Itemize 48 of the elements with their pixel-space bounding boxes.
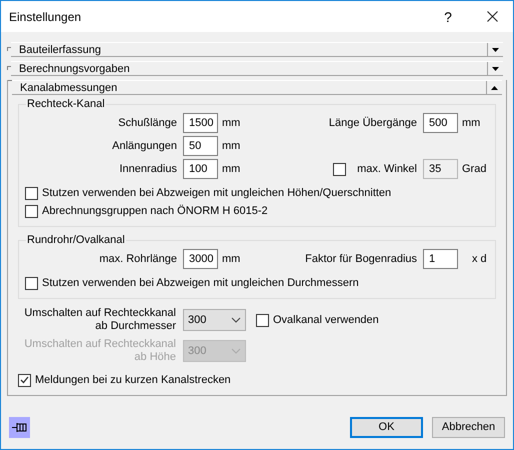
checkbox[interactable] <box>25 186 38 200</box>
dropdown-label: Umschalten auf Rechteckkanal ab Durchmesser <box>23 307 176 333</box>
pin-icon <box>12 422 27 432</box>
chevron-down-icon <box>231 348 241 354</box>
close-icon <box>486 11 498 22</box>
group-title: Rechteck-Kanal <box>26 97 106 111</box>
field-label: max. Winkel <box>357 162 417 176</box>
checkbox[interactable] <box>18 374 31 386</box>
checkbox-label: Abrechnungsgruppen nach ÖNORM H 6015-2 <box>42 204 268 218</box>
number-field[interactable]: 100 <box>183 159 218 179</box>
field-label: Länge Übergänge <box>328 116 417 130</box>
unit-label: mm <box>222 162 240 176</box>
field-label: Faktor für Bogenradius <box>305 252 417 266</box>
checkbox-label: Stutzen verwenden bei Abzweigen mit ungleichen Höhen/Querschnitten <box>42 186 392 200</box>
checkbox-label: Meldungen bei zu kurzen Kanalstrecken <box>35 373 231 387</box>
checkmark-icon <box>20 376 29 384</box>
number-field[interactable]: 50 <box>183 136 218 156</box>
section-header[interactable]: Kanalabmessungen <box>12 80 502 95</box>
number-field[interactable]: 1500 <box>183 113 218 133</box>
field-label: Innenradius <box>118 162 177 176</box>
unit-label: mm <box>222 252 240 266</box>
help-button[interactable]: ? <box>433 2 463 32</box>
field-label: max. Rohrlänge <box>98 252 177 266</box>
checkbox[interactable] <box>256 314 269 326</box>
group-title: Rundrohr/Ovalkanal <box>26 233 126 247</box>
number-field[interactable]: 500 <box>423 113 458 133</box>
unit-label: Grad <box>462 162 486 176</box>
number-field[interactable]: 3000 <box>183 249 218 269</box>
pin-button[interactable] <box>9 416 30 438</box>
unit-label: mm <box>222 139 240 153</box>
dialog-button[interactable]: OK <box>350 416 423 438</box>
section-header[interactable]: Berechnungsvorgaben <box>11 61 503 76</box>
checkbox[interactable] <box>25 204 38 218</box>
window-title: Einstellungen <box>9 10 82 24</box>
dropdown-label: Umschalten auf Rechteckkanal ab Höhe <box>23 338 176 364</box>
field-label: Schußlänge <box>117 116 177 130</box>
unit-label: mm <box>462 116 480 130</box>
section-header[interactable]: Bauteilerfassung <box>11 42 503 57</box>
checkbox[interactable] <box>25 276 38 290</box>
unit-label: x d <box>472 252 487 266</box>
unit-label: mm <box>222 116 240 130</box>
field-label: Anlängungen <box>111 139 177 153</box>
dropdown[interactable]: 300 <box>183 309 246 331</box>
checkbox-label: Stutzen verwenden bei Abzweigen mit ungleichen Durchmessern <box>42 276 359 290</box>
checkbox-label: Ovalkanal verwenden <box>273 313 379 327</box>
dialog-button[interactable]: Abbrechen <box>432 416 505 438</box>
number-field[interactable]: 1 <box>423 249 458 269</box>
chevron-down-icon <box>231 317 241 323</box>
